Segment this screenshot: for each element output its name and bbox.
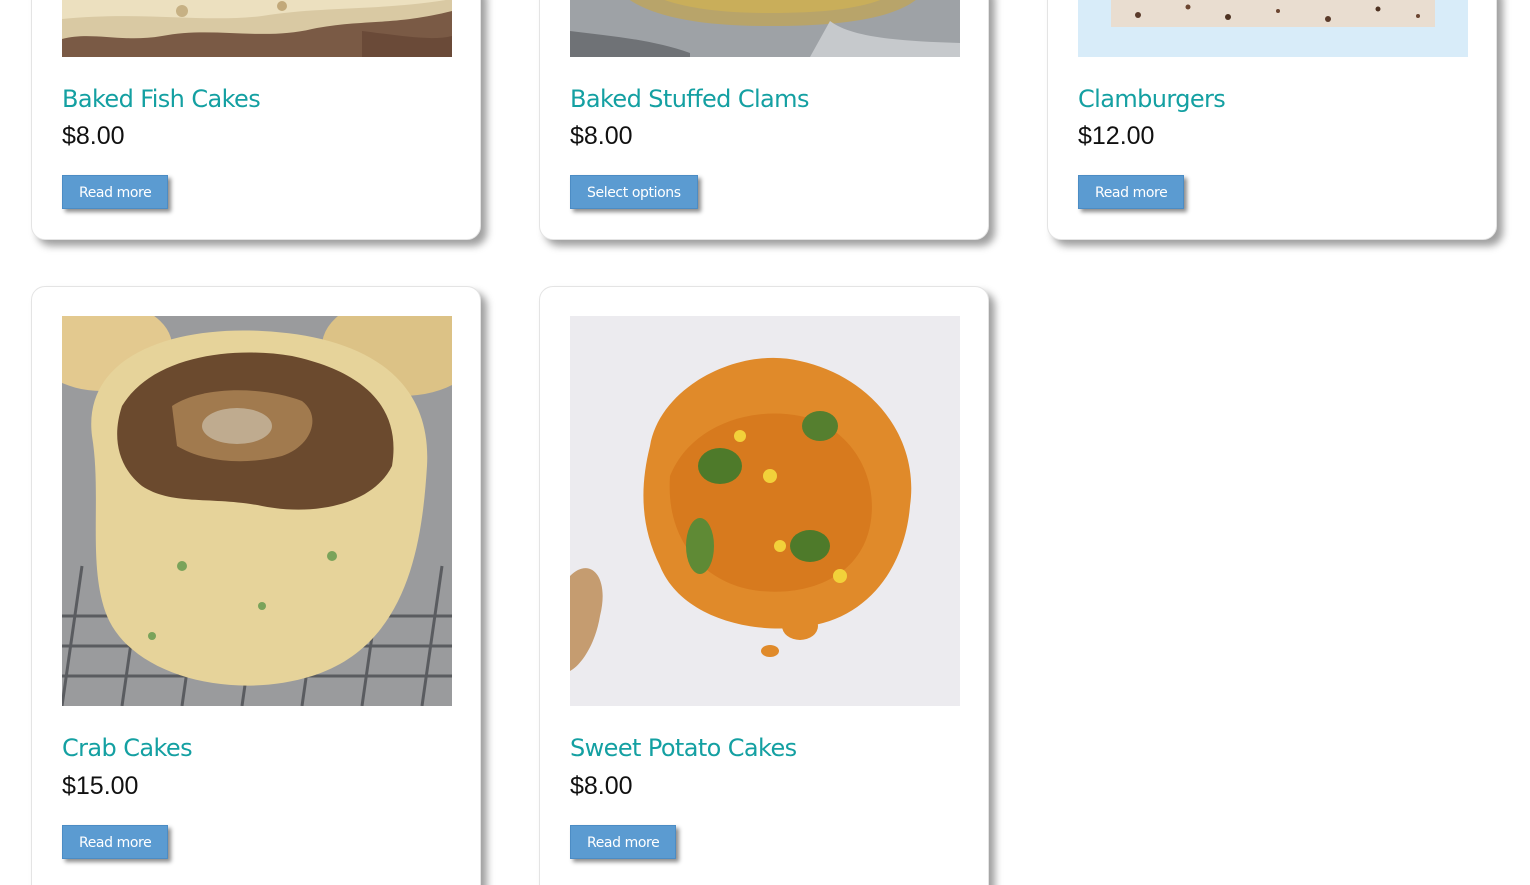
product-price: $15.00 [62,772,139,800]
product-title[interactable]: Sweet Potato Cakes [570,734,797,762]
product-grid: Baked Fish Cakes $8.00 Read more Baked S… [0,0,1530,885]
product-title[interactable]: Crab Cakes [62,734,193,762]
product-image-crab-cakes[interactable] [62,316,452,706]
product-price: $8.00 [570,772,633,800]
product-image-stuffed-clams[interactable] [570,0,960,57]
read-more-button[interactable]: Read more [62,175,169,209]
product-image-fish-cakes[interactable] [62,0,452,57]
product-card: Clamburgers $12.00 Read more [1047,0,1497,240]
product-price: $8.00 [62,122,125,150]
read-more-button[interactable]: Read more [1078,175,1185,209]
read-more-button[interactable]: Read more [62,825,169,859]
product-image-clamburgers[interactable] [1078,0,1468,57]
product-card: Baked Fish Cakes $8.00 Read more [31,0,481,240]
product-price: $12.00 [1078,122,1155,150]
product-card: Crab Cakes $15.00 Read more [31,286,481,885]
product-title[interactable]: Baked Stuffed Clams [570,85,809,113]
product-card: Sweet Potato Cakes $8.00 Read more [539,286,989,885]
product-image-sweet-potato-cakes[interactable] [570,316,960,706]
read-more-button[interactable]: Read more [570,825,677,859]
product-price: $8.00 [570,122,633,150]
product-title[interactable]: Baked Fish Cakes [62,85,261,113]
product-title[interactable]: Clamburgers [1078,85,1226,113]
select-options-button[interactable]: Select options [570,175,698,209]
product-card: Baked Stuffed Clams $8.00 Select options [539,0,989,240]
